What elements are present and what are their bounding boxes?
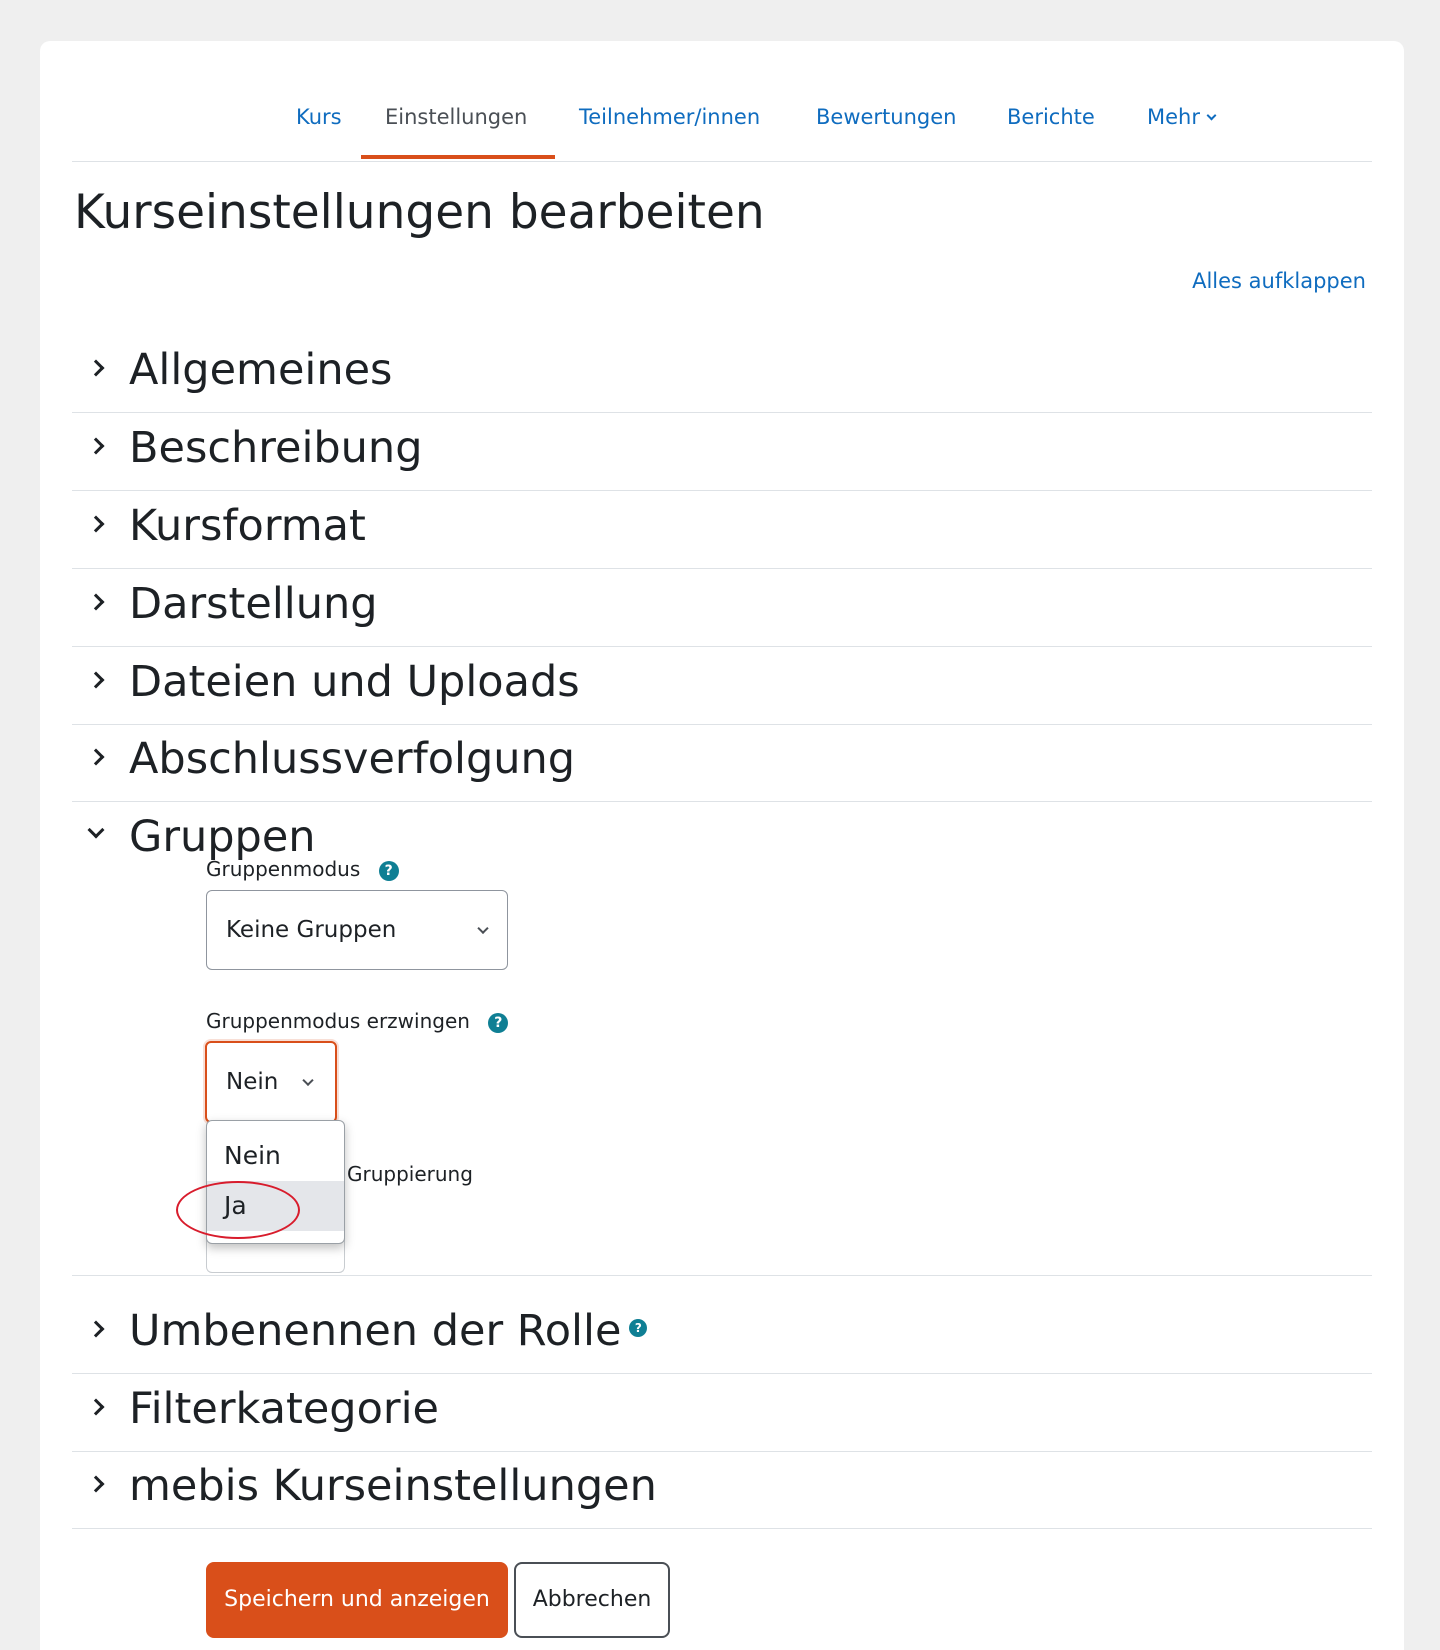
chevron-down-icon <box>477 922 489 935</box>
section-dateien[interactable]: Dateien und Uploads <box>72 647 1372 725</box>
tab-einstellungen[interactable]: Einstellungen <box>385 105 527 129</box>
section-mebis[interactable]: mebis Kurseinstellungen <box>72 1451 1372 1529</box>
force-group-mode-value: Nein <box>226 1069 279 1095</box>
help-icon[interactable]: ? <box>488 1012 509 1033</box>
tab-berichte[interactable]: Berichte <box>1007 105 1095 129</box>
chevron-right-icon <box>87 1320 105 1338</box>
tab-mehr-label: Mehr <box>1147 105 1200 129</box>
section-filterkategorie[interactable]: Filterkategorie <box>72 1374 1372 1452</box>
force-group-mode-select[interactable]: Nein <box>205 1041 337 1123</box>
chevron-right-icon <box>87 515 105 533</box>
help-icon[interactable]: ? <box>629 1318 648 1337</box>
chevron-right-icon <box>87 437 105 455</box>
force-group-mode-label: Gruppenmodus erzwingen ? <box>206 1009 509 1033</box>
cancel-button[interactable]: Abbrechen <box>514 1562 670 1638</box>
option-nein[interactable]: Nein <box>207 1131 344 1181</box>
group-mode-select[interactable]: Keine Gruppen <box>206 890 508 970</box>
section-title: mebis Kurseinstellungen <box>129 1461 657 1511</box>
save-and-display-button[interactable]: Speichern und anzeigen <box>206 1562 508 1638</box>
chevron-right-icon <box>87 671 105 689</box>
tab-bewertungen[interactable]: Bewertungen <box>816 105 956 129</box>
help-icon[interactable]: ? <box>378 860 399 881</box>
section-title: Darstellung <box>129 579 378 629</box>
chevron-right-icon <box>87 1398 105 1416</box>
section-title: Umbenennen der Rolle? <box>129 1306 648 1356</box>
section-title: Allgemeines <box>129 345 393 395</box>
force-group-mode-label-text: Gruppenmodus erzwingen <box>206 1009 470 1033</box>
page-title: Kurseinstellungen bearbeiten <box>74 185 765 240</box>
section-umbenennen-rolle[interactable]: Umbenennen der Rolle? <box>72 1296 1372 1374</box>
default-grouping-label: Gruppierung <box>347 1162 473 1186</box>
expand-all-link[interactable]: Alles aufklappen <box>1192 269 1366 293</box>
tab-kurs[interactable]: Kurs <box>296 105 342 129</box>
section-kursformat[interactable]: Kursformat <box>72 491 1372 569</box>
section-title: Beschreibung <box>129 423 423 473</box>
section-abschlussverfolgung[interactable]: Abschlussverfolgung <box>72 724 1372 802</box>
group-mode-value: Keine Gruppen <box>226 917 397 943</box>
group-mode-label-text: Gruppenmodus <box>206 857 361 881</box>
active-tab-indicator <box>361 155 555 159</box>
section-title: Abschlussverfolgung <box>129 734 576 784</box>
chevron-down-icon <box>302 1074 314 1087</box>
group-mode-label: Gruppenmodus ? <box>206 857 399 881</box>
section-title: Dateien und Uploads <box>129 657 580 707</box>
force-group-mode-dropdown: Nein Ja <box>206 1120 345 1244</box>
section-title: Kursformat <box>129 501 366 551</box>
chevron-down-icon[interactable] <box>87 821 105 839</box>
chevron-right-icon <box>87 748 105 766</box>
chevron-down-icon <box>1206 110 1217 121</box>
main-card: Kurs Einstellungen Teilnehmer/innen Bewe… <box>40 41 1404 1650</box>
section-allgemeines[interactable]: Allgemeines <box>72 335 1372 413</box>
option-ja[interactable]: Ja <box>207 1181 344 1231</box>
chevron-right-icon <box>87 593 105 611</box>
chevron-right-icon <box>87 1475 105 1493</box>
section-title[interactable]: Gruppen <box>129 812 316 862</box>
section-darstellung[interactable]: Darstellung <box>72 569 1372 647</box>
tab-teilnehmer[interactable]: Teilnehmer/innen <box>579 105 760 129</box>
section-title-text: Umbenennen der Rolle <box>129 1306 622 1356</box>
section-title: Filterkategorie <box>129 1384 439 1434</box>
tab-mehr[interactable]: Mehr <box>1147 105 1217 129</box>
chevron-right-icon <box>87 359 105 377</box>
secondary-nav: Kurs Einstellungen Teilnehmer/innen Bewe… <box>72 41 1372 162</box>
section-beschreibung[interactable]: Beschreibung <box>72 413 1372 491</box>
